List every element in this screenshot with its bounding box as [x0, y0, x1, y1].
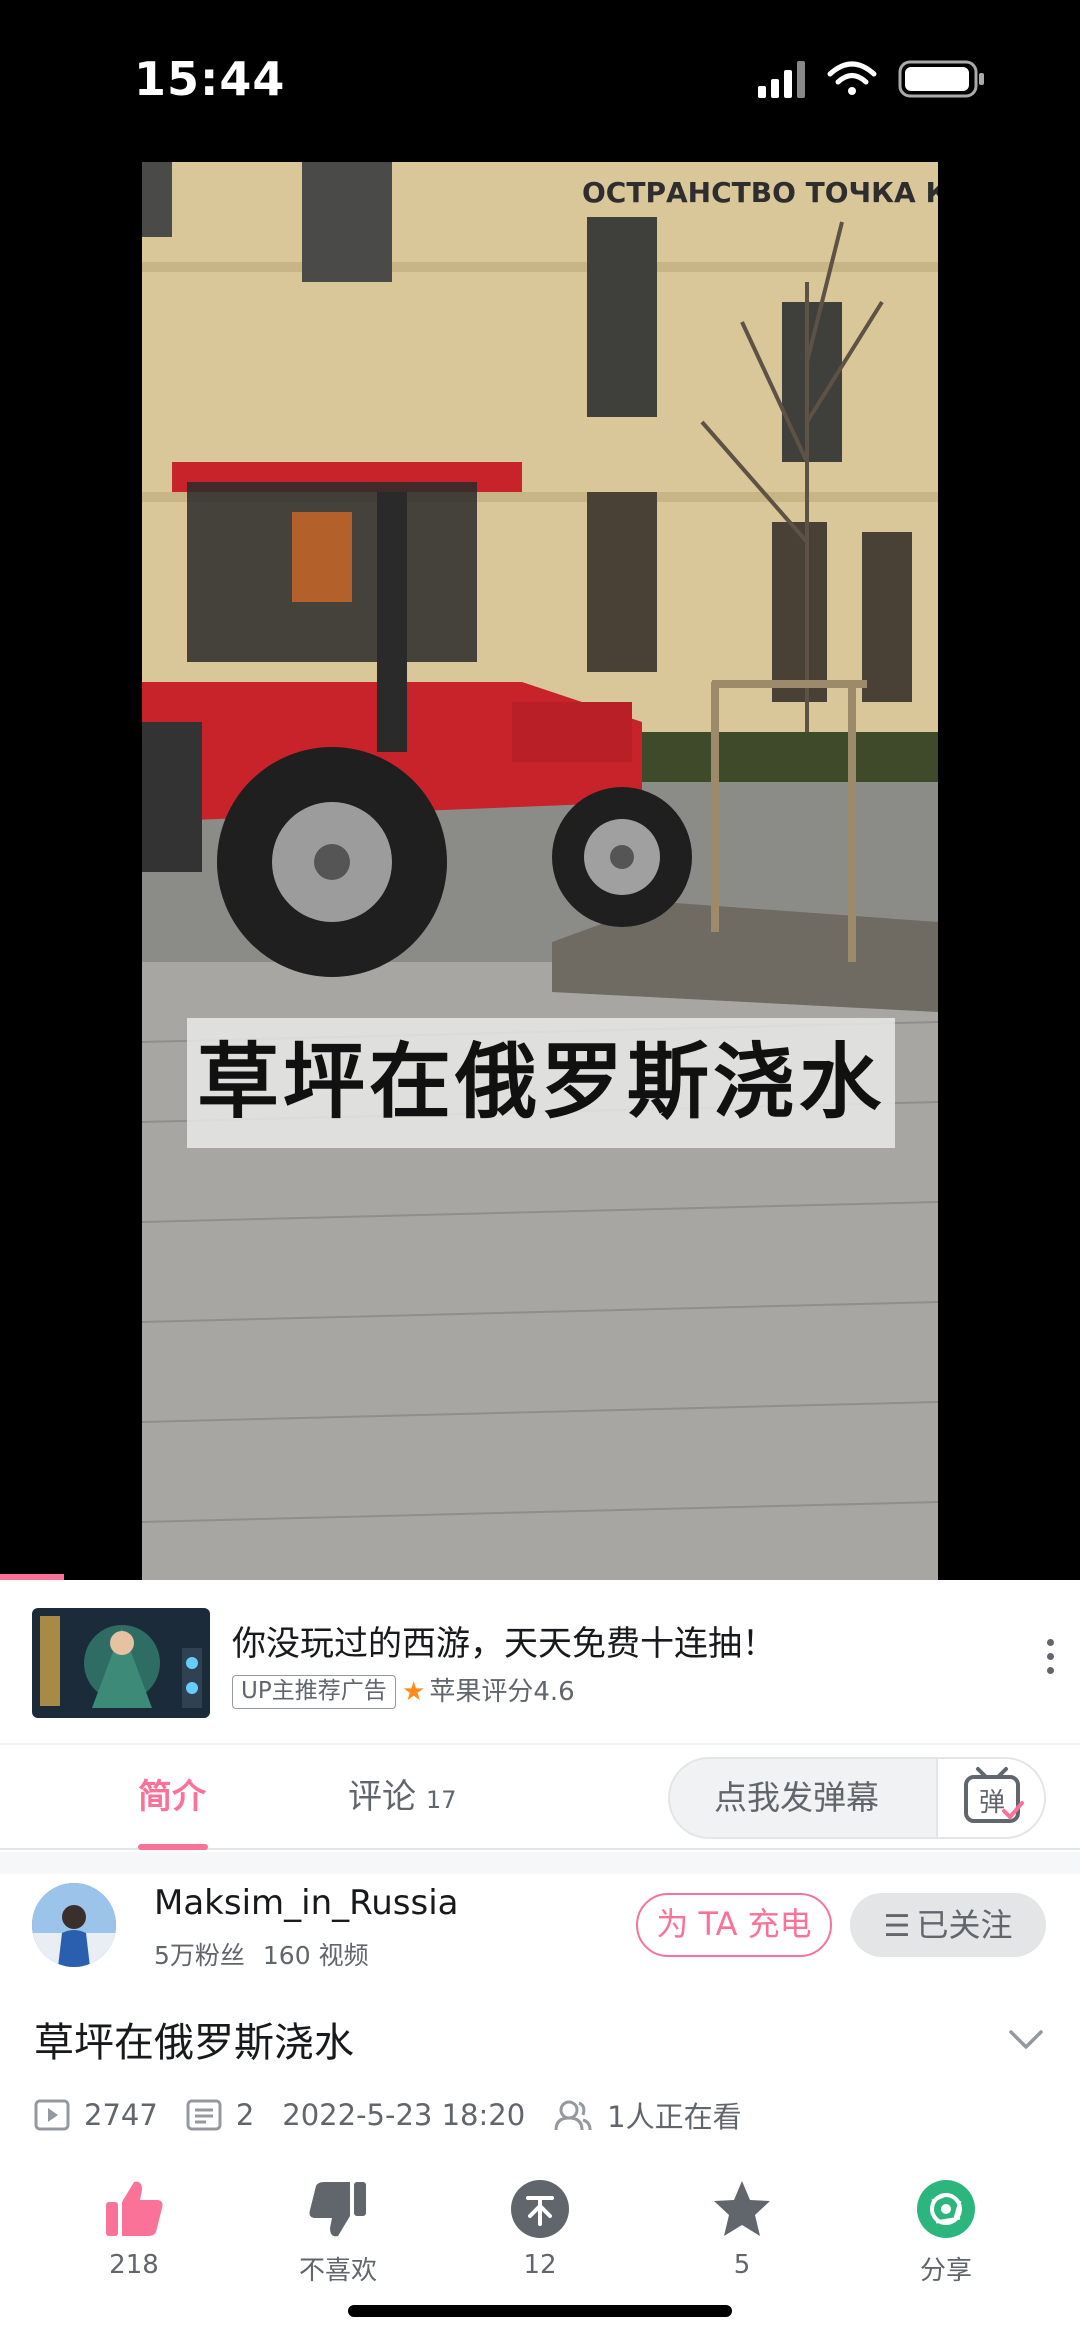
follow-button[interactable]: ☰ 已关注	[850, 1893, 1046, 1957]
home-indicator[interactable]	[348, 2305, 732, 2317]
play-count: 2747	[34, 2098, 158, 2132]
tab-comments-count: 17	[426, 1786, 457, 1814]
coin-icon	[511, 2180, 569, 2238]
video-frame[interactable]: ОСТРАНСТВО ТОЧКА КИПЕН	[142, 162, 938, 1580]
watching-icon	[554, 2100, 592, 2131]
tab-intro[interactable]: 简介	[138, 1745, 206, 1850]
share-label: 分享	[919, 2256, 972, 2286]
ad-thumbnail[interactable]	[32, 1608, 210, 1718]
watching-now: 1人正在看	[553, 2094, 742, 2136]
play-count-icon	[34, 2099, 70, 2131]
danmaku-toggle-icon[interactable]: 弹	[936, 1759, 1044, 1837]
signal-icon	[758, 61, 805, 98]
status-time: 15:44	[134, 52, 286, 106]
danmaku-count: 2	[186, 2098, 254, 2132]
follow-label: 已关注	[916, 1906, 1013, 1944]
chevron-down-icon[interactable]	[1008, 2028, 1044, 2052]
svg-text:ОСТРАНСТВО ТОЧКА КИПЕН: ОСТРАНСТВО ТОЧКА КИПЕН	[582, 176, 938, 209]
ad-rating: ★ 苹果评分4.6	[402, 1675, 575, 1709]
share-button[interactable]: 分享	[876, 2178, 1016, 2308]
status-icons	[758, 58, 988, 100]
charge-button[interactable]: 为 TA 充电	[636, 1893, 832, 1957]
like-count: 218	[109, 2250, 159, 2280]
detail-tabs: 简介 评论 17 点我发弹幕 弹	[0, 1745, 1080, 1850]
coin-count: 12	[523, 2250, 557, 2280]
uploader-videos: 160 视频	[262, 1941, 369, 1970]
danmaku-count-icon	[186, 2099, 222, 2131]
dislike-label: 不喜欢	[298, 2256, 377, 2286]
like-icon	[106, 2181, 163, 2236]
wifi-icon	[827, 61, 877, 95]
dislike-button[interactable]: 不喜欢	[268, 2178, 408, 2308]
section-divider	[0, 1852, 1080, 1874]
danmaku-count-value: 2	[235, 2098, 255, 2132]
favorite-count: 5	[733, 2250, 751, 2280]
video-frame-image: ОСТРАНСТВО ТОЧКА КИПЕН	[142, 162, 938, 1580]
danmaku-input[interactable]: 点我发弹幕 弹	[668, 1757, 1046, 1839]
danmaku-placeholder: 点我发弹幕	[714, 1778, 879, 1817]
publish-date: 2022-5-23 18:20	[282, 2098, 525, 2132]
coin-button[interactable]: 12	[470, 2178, 610, 2308]
avatar[interactable]	[32, 1883, 116, 1967]
like-button[interactable]: 218	[64, 2178, 204, 2308]
uploader-name[interactable]: Maksim_in_Russia	[154, 1883, 459, 1923]
uploader-meta: 5万粉丝 160 视频	[154, 1936, 369, 1972]
more-icon[interactable]	[1038, 1634, 1062, 1694]
battery-icon	[898, 60, 984, 98]
tab-comments[interactable]: 评论 17	[348, 1745, 457, 1850]
tab-comments-label: 评论	[348, 1777, 416, 1817]
ad-rating-text: 苹果评分4.6	[429, 1677, 575, 1707]
uploader-fans: 5万粉丝	[154, 1941, 245, 1970]
video-stats: 2747 2 2022-5-23 18:20 1人正在看	[34, 2092, 770, 2138]
play-count-value: 2747	[84, 2098, 158, 2132]
video-caption: 草坪在俄罗斯浇水	[187, 1018, 895, 1148]
favorite-button[interactable]: 5	[672, 2178, 812, 2308]
danmaku-icon-char: 弹	[979, 1788, 1005, 1818]
menu-icon: ☰	[883, 1909, 911, 1944]
ad-banner[interactable]: 你没玩过的西游，天天免费十连抽！ UP主推荐广告 ★ 苹果评分4.6	[0, 1580, 1080, 1745]
action-bar: 218 不喜欢 12 5 分享	[0, 2178, 1080, 2308]
favorite-icon	[714, 2181, 770, 2236]
tab-active-indicator	[138, 1844, 208, 1850]
share-icon	[917, 2180, 975, 2238]
star-icon: ★	[402, 1677, 426, 1707]
publish-date-value: 2022-5-23 18:20	[282, 2098, 526, 2132]
video-title: 草坪在俄罗斯浇水	[34, 2020, 354, 2066]
dislike-icon	[309, 2182, 366, 2237]
ad-title[interactable]: 你没玩过的西游，天天免费十连抽！	[232, 1616, 776, 1665]
ad-label: UP主推荐广告	[232, 1675, 396, 1709]
watching-value: 1人正在看	[607, 2100, 742, 2134]
